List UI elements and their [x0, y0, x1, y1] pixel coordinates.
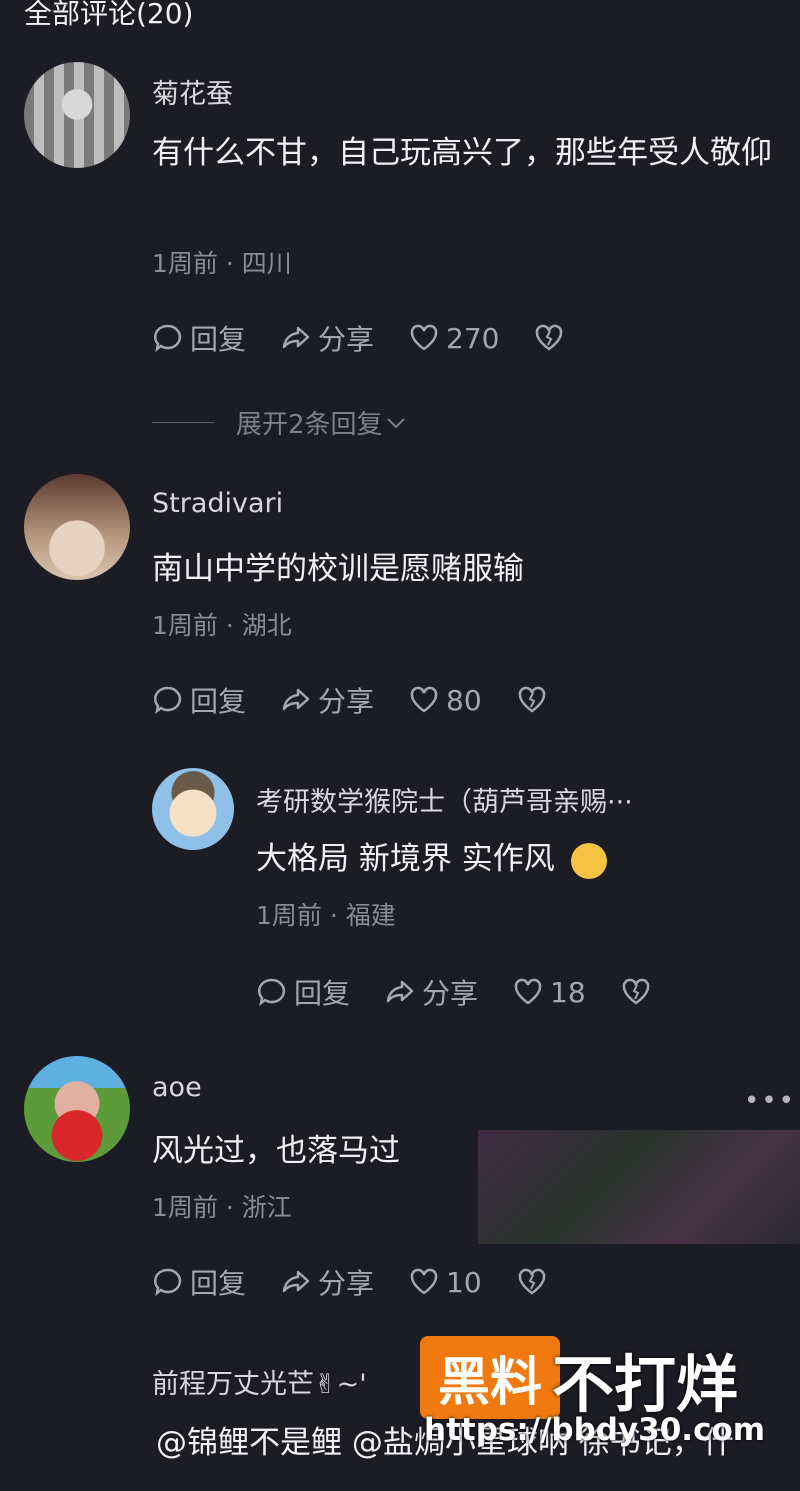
reply-label: 回复	[190, 685, 247, 718]
username[interactable]: 前程万丈光芒✌~'	[152, 1362, 367, 1401]
username[interactable]: Stradivari	[152, 488, 283, 519]
comment-text: 有什么不甘，自己玩高兴了，那些年受人敬仰	[152, 135, 772, 171]
broken-heart-icon	[518, 1268, 545, 1295]
comment-text: 南山中学的校训是愿赌服输	[152, 551, 524, 587]
share-label: 分享	[318, 685, 375, 718]
comment-meta: 1周前 · 浙江	[152, 1193, 292, 1222]
share-icon	[282, 1270, 310, 1293]
heart-icon	[410, 324, 438, 351]
heart-icon	[410, 686, 438, 713]
reply-button[interactable]: 回复	[152, 680, 246, 720]
share-label: 分享	[318, 323, 375, 356]
reply-text: 大格局 新境界 实作风	[256, 841, 555, 877]
chat-bubble-icon	[153, 1268, 182, 1296]
username[interactable]: aoe	[152, 1072, 202, 1103]
username[interactable]: 考研数学猴院士（葫芦哥亲赐···	[256, 780, 633, 819]
like-button[interactable]: 10	[408, 1266, 482, 1299]
expand-replies-button[interactable]: 展开2条回复	[152, 404, 409, 441]
share-icon	[282, 326, 310, 349]
reply-label: 回复	[190, 1267, 247, 1300]
more-options-icon[interactable]: •••	[744, 1086, 796, 1116]
share-button[interactable]: 分享	[384, 972, 478, 1012]
avatar[interactable]	[24, 1056, 130, 1162]
watermark-logo-box: 黑料	[420, 1336, 561, 1419]
dislike-button[interactable]	[516, 684, 554, 716]
avatar[interactable]	[152, 768, 234, 850]
share-label: 分享	[318, 1267, 375, 1300]
comment-meta: 1周前 · 四川	[152, 249, 292, 278]
like-count: 18	[550, 975, 586, 1009]
comment-meta: 1周前 · 湖北	[152, 611, 292, 640]
like-button[interactable]: 18	[512, 976, 586, 1009]
like-button[interactable]: 80	[408, 684, 482, 717]
watermark-url: https://bbdy30.com	[424, 1412, 766, 1448]
share-label: 分享	[422, 977, 479, 1010]
broken-heart-icon	[622, 978, 649, 1005]
broken-heart-icon	[518, 686, 545, 713]
dislike-button[interactable]	[533, 322, 571, 354]
reply-button[interactable]: 回复	[152, 1262, 246, 1302]
share-icon	[386, 980, 414, 1003]
chat-bubble-icon	[257, 978, 286, 1006]
watermark-text: 不打烊	[552, 1348, 739, 1421]
chevron-down-icon	[386, 417, 405, 428]
like-count: 270	[446, 321, 500, 355]
like-button[interactable]: 270	[408, 322, 499, 355]
heart-icon	[514, 978, 542, 1005]
comment-actions: 回复 分享 10	[152, 1262, 588, 1302]
avatar[interactable]	[24, 62, 130, 168]
chat-bubble-icon	[153, 324, 182, 352]
heart-icon	[410, 1268, 438, 1295]
divider-line	[152, 422, 214, 423]
dislike-button[interactable]	[516, 1266, 554, 1298]
username[interactable]: 菊花蚕	[152, 72, 233, 111]
comment-actions: 回复 分享 270	[152, 318, 605, 358]
comment-meta: 1周前 · 福建	[256, 901, 396, 930]
comment-text: 大格局 新境界 实作风	[256, 832, 607, 886]
share-button[interactable]: 分享	[280, 680, 374, 720]
avatar[interactable]	[24, 474, 130, 580]
dislike-button[interactable]	[620, 976, 658, 1008]
share-icon	[282, 688, 310, 711]
comment-text: 风光过，也落马过	[152, 1133, 400, 1169]
comment-actions: 回复 分享 18	[256, 972, 692, 1012]
share-button[interactable]: 分享	[280, 318, 374, 358]
comments-header: 全部评论(20)	[24, 0, 194, 30]
expand-replies-label: 展开2条回复	[236, 410, 383, 440]
reply-button[interactable]: 回复	[152, 318, 246, 358]
share-button[interactable]: 分享	[280, 1262, 374, 1302]
reply-label: 回复	[190, 323, 247, 356]
pixelated-overlay	[478, 1130, 800, 1244]
chat-bubble-icon	[153, 686, 182, 714]
broken-heart-icon	[536, 324, 563, 351]
reply-button[interactable]: 回复	[256, 972, 350, 1012]
like-count: 10	[446, 1265, 482, 1299]
comment-actions: 回复 分享 80	[152, 680, 588, 720]
emoji-icon	[570, 842, 607, 879]
reply-label: 回复	[294, 977, 351, 1010]
like-count: 80	[446, 683, 482, 717]
